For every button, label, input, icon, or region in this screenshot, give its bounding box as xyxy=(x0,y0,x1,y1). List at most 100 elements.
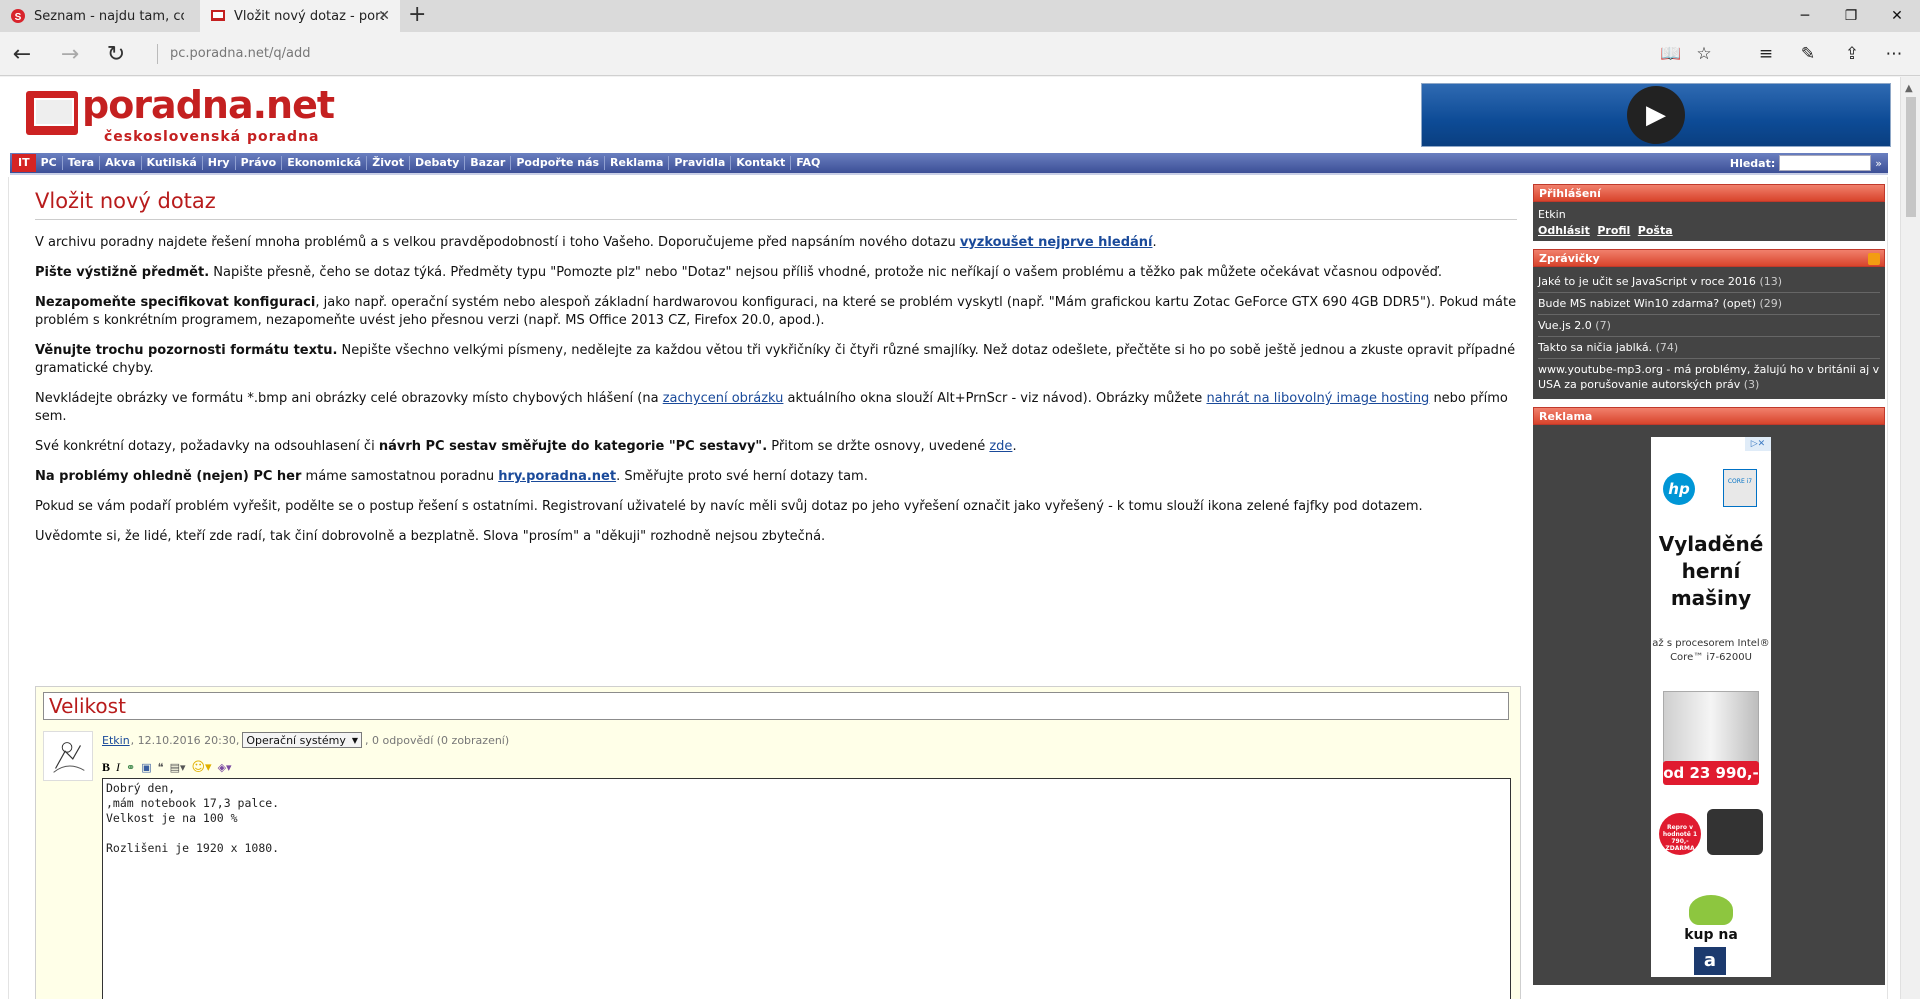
menu-item-podporte[interactable]: Podpořte nás xyxy=(511,156,606,170)
code-icon[interactable]: ▤▾ xyxy=(170,761,186,774)
news-count: (7) xyxy=(1595,319,1611,332)
outline-link[interactable]: zde xyxy=(989,439,1012,454)
forward-icon[interactable]: → xyxy=(54,40,86,68)
page-viewport: poradna.net československá poradna ▶ IT … xyxy=(0,77,1900,999)
menu-item-zivot[interactable]: Život xyxy=(367,156,410,170)
menu-item-kutilska[interactable]: Kutilská xyxy=(142,156,203,170)
news-text: Jaké to je učit se JavaScript v roce 201… xyxy=(1538,275,1756,288)
menu-item-pc[interactable]: PC xyxy=(36,156,63,170)
menu-item-pravo[interactable]: Právo xyxy=(236,156,283,170)
news-item[interactable]: Bude MS nabizet Win10 zdarma? (opet) (29… xyxy=(1538,293,1880,315)
address-bar: ← → ↻ pc.poradna.net/q/add 📖 ☆ ≡ ✎ ⇪ ⋯ xyxy=(0,32,1920,76)
menu-item-bazar[interactable]: Bazar xyxy=(465,156,512,170)
logout-link[interactable]: Odhlásit xyxy=(1538,224,1590,237)
url-divider xyxy=(157,44,158,64)
site-logo[interactable]: poradna.net československá poradna xyxy=(26,83,356,145)
hp-logo-icon: hp xyxy=(1663,473,1695,505)
search-go-button[interactable]: » xyxy=(1875,157,1882,170)
menu-item-it[interactable]: IT xyxy=(12,154,36,172)
ad-headline: Vyladěné herní mašiny xyxy=(1658,532,1764,610)
site-header: poradna.net československá poradna ▶ xyxy=(8,77,1891,151)
mail-link[interactable]: Pošta xyxy=(1638,224,1673,237)
news-item[interactable]: www.youtube-mp3.org - má problémy, žaluj… xyxy=(1538,359,1880,395)
new-tab-icon[interactable]: + xyxy=(408,4,426,26)
image-hosting-link[interactable]: nahrát na libovolný image hosting xyxy=(1206,391,1429,406)
main-content: Vložit nový dotaz V archivu poradny najd… xyxy=(35,189,1517,546)
menu-item-pravidla[interactable]: Pravidla xyxy=(669,156,732,170)
link-icon[interactable]: ⚭ xyxy=(126,761,135,774)
play-icon[interactable]: ▶ xyxy=(1627,86,1685,144)
menu-item-akva[interactable]: Akva xyxy=(100,156,142,170)
menu-item-faq[interactable]: FAQ xyxy=(791,156,825,170)
url-field[interactable]: pc.poradna.net/q/add xyxy=(170,46,310,61)
subject-tip: Pište výstižně předmět. Napište přesně, … xyxy=(35,264,1517,282)
screenshot-link[interactable]: zachycení obrázku xyxy=(663,391,784,406)
tab-close-icon[interactable]: ✕ xyxy=(378,8,390,24)
news-text: Bude MS nabizet Win10 zdarma? (opet) xyxy=(1538,297,1756,310)
ad-banner[interactable]: ▷✕ hp CORE i7 Vyladěné herní mašiny až s… xyxy=(1651,437,1771,977)
category-select[interactable]: Operační systémy ▼ xyxy=(242,732,363,748)
menu-item-hry[interactable]: Hry xyxy=(203,156,236,170)
subject-input[interactable]: Velikost xyxy=(43,692,1509,720)
page-scrollbar[interactable]: ▲ xyxy=(1900,77,1920,999)
menu-item-ekonomicka[interactable]: Ekonomická xyxy=(282,156,368,170)
alza-mascot-image xyxy=(1689,895,1733,925)
main-menu: IT PC Tera Akva Kutilská Hry Právo Ekono… xyxy=(10,153,1888,175)
profile-link[interactable]: Profil xyxy=(1597,224,1630,237)
rss-icon[interactable] xyxy=(1868,253,1880,265)
menu-item-reklama[interactable]: Reklama xyxy=(605,156,670,170)
author-link[interactable]: Etkin xyxy=(102,734,130,747)
bold-icon[interactable]: B xyxy=(102,760,110,775)
news-count: (29) xyxy=(1759,297,1783,310)
web-note-icon[interactable]: ✎ xyxy=(1794,42,1822,66)
question-meta: Etkin , 12.10.2016 20:30, Operační systé… xyxy=(102,732,509,748)
logo-name: poradna.net xyxy=(82,83,335,127)
news-list: Jaké to je učit se JavaScript v roce 201… xyxy=(1533,267,1885,399)
back-icon[interactable]: ← xyxy=(6,40,38,68)
search-input[interactable] xyxy=(1779,155,1872,171)
logo-subtitle: československá poradna xyxy=(104,129,320,145)
italic-icon[interactable]: I xyxy=(116,760,120,775)
editor-toolbar: B I ⚭ ▣ ❝ ▤▾ ☺▾ ◈▾ xyxy=(102,757,232,777)
scroll-thumb[interactable] xyxy=(1906,97,1916,217)
intro-end: . xyxy=(1152,235,1157,250)
insert-object-icon[interactable]: ◈▾ xyxy=(218,761,232,774)
minimize-icon[interactable]: ─ xyxy=(1782,0,1828,32)
tab-poradna[interactable]: Vložit nový dotaz - pora ✕ xyxy=(200,0,400,32)
subject-tip-bold: Pište výstižně předmět. xyxy=(35,265,210,280)
window-close-icon[interactable]: ✕ xyxy=(1874,0,1920,32)
scroll-up-icon[interactable]: ▲ xyxy=(1905,83,1913,94)
news-item[interactable]: Jaké to je učit se JavaScript v roce 201… xyxy=(1538,271,1880,293)
login-title: Přihlášení xyxy=(1533,184,1885,202)
speaker-image xyxy=(1707,809,1763,855)
search-first-link[interactable]: vyzkoušet nejprve hledání xyxy=(960,235,1153,250)
hry-poradna-link[interactable]: hry.poradna.net xyxy=(498,469,616,484)
image-tip-text-a: Nevkládejte obrázky ve formátu *.bmp ani… xyxy=(35,391,663,406)
menu-item-debaty[interactable]: Debaty xyxy=(410,156,466,170)
news-item[interactable]: Vue.js 2.0 (7) xyxy=(1538,315,1880,337)
share-icon[interactable]: ⇪ xyxy=(1838,42,1866,66)
ad-promo-badge: Repro v hodnotě 1 790,- ZDARMA xyxy=(1659,813,1701,855)
more-icon[interactable]: ⋯ xyxy=(1880,42,1908,66)
menu-item-kontakt[interactable]: Kontakt xyxy=(731,156,792,170)
restore-icon[interactable]: ❐ xyxy=(1828,0,1874,32)
news-item[interactable]: Takto sa ničia jablká. (74) xyxy=(1538,337,1880,359)
tab-seznam[interactable]: S Seznam - najdu tam, co nez xyxy=(0,0,200,32)
intro-text: V archivu poradny najdete řešení mnoha p… xyxy=(35,235,960,250)
image-icon[interactable]: ▣ xyxy=(141,761,151,774)
menu-item-tera[interactable]: Tera xyxy=(63,156,101,170)
hub-icon[interactable]: ≡ xyxy=(1752,42,1780,66)
reading-view-icon[interactable]: 📖 xyxy=(1657,42,1685,66)
image-tip: Nevkládejte obrázky ve formátu *.bmp ani… xyxy=(35,390,1517,426)
question-body-textarea[interactable]: Dobrý den, ,mám notebook 17,3 palce. Vel… xyxy=(102,778,1511,999)
games-tip-text-a: máme samostatnou poradnu xyxy=(301,469,499,484)
login-box: Přihlášení Etkin Odhlásit Profil Pošta xyxy=(1533,184,1885,241)
subject-tip-text: Napište přesně, čeho se dotaz týká. Před… xyxy=(209,265,1443,280)
adchoices-icon[interactable]: ▷✕ xyxy=(1745,437,1771,451)
ad-title: Reklama xyxy=(1533,407,1885,425)
video-banner[interactable]: ▶ xyxy=(1421,83,1891,147)
smiley-icon[interactable]: ☺▾ xyxy=(191,760,211,775)
refresh-icon[interactable]: ↻ xyxy=(100,40,132,68)
quote-icon[interactable]: ❝ xyxy=(158,761,164,774)
favorite-star-icon[interactable]: ☆ xyxy=(1690,42,1718,66)
